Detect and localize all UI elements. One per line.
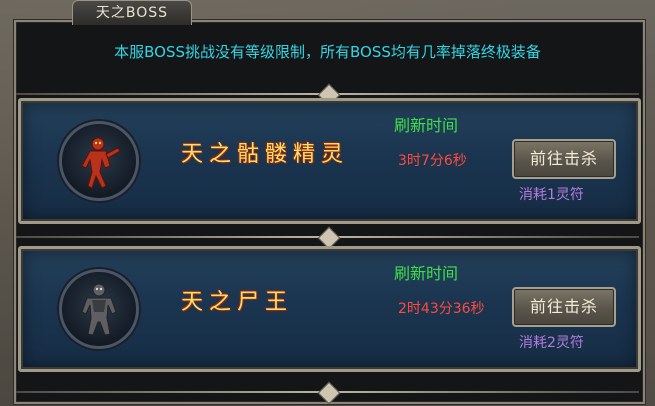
refresh-timer: 2时43分36秒 (398, 301, 485, 317)
talisman-cost: 消耗1灵符 (519, 187, 584, 203)
divider (16, 226, 639, 250)
divider (16, 381, 639, 405)
tab-tianzhi-boss[interactable]: 天之BOSS (72, 0, 192, 25)
divider (16, 83, 639, 107)
boss-notice: 本服BOSS挑战没有等级限制，所有BOSS均有几率掉落终极装备 (114, 43, 541, 61)
boss-card: 天之尸王 刷新时间 2时43分36秒 前往击杀 消耗2灵符 (18, 246, 641, 372)
boss-name: 天之骷髅精灵 (181, 142, 350, 167)
corpse-king-icon (59, 269, 139, 349)
refresh-time-label: 刷新时间 (394, 116, 459, 135)
refresh-time-label: 刷新时间 (394, 264, 459, 283)
refresh-timer: 3时7分6秒 (398, 153, 467, 169)
go-kill-button[interactable]: 前往击杀 (512, 287, 616, 327)
boss-name: 天之尸王 (181, 290, 294, 315)
boss-card: 天之骷髅精灵 刷新时间 3时7分6秒 前往击杀 消耗1灵符 (18, 98, 641, 224)
go-kill-button[interactable]: 前往击杀 (512, 139, 616, 179)
talisman-cost: 消耗2灵符 (519, 335, 584, 351)
skeleton-spirit-icon (59, 121, 139, 201)
